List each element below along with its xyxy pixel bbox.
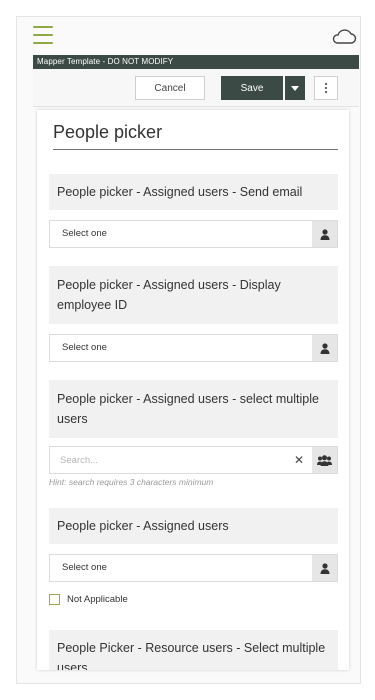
select-value: Select one (62, 228, 107, 239)
question-label: People picker - Assigned users - Send em… (49, 174, 338, 210)
question-label: People picker - Assigned users - select … (49, 380, 338, 438)
cloud-icon[interactable] (331, 27, 357, 47)
user-picker-button[interactable] (312, 335, 337, 361)
form-title: People picker (53, 122, 338, 150)
user-icon (320, 342, 329, 354)
select-value: Select one (62, 342, 107, 353)
user-picker-button[interactable] (312, 555, 337, 581)
user-icon (320, 228, 329, 240)
save-button[interactable]: Save (221, 76, 283, 100)
people-select-employee-id[interactable]: Select one (49, 334, 338, 362)
not-applicable-checkbox[interactable]: Not Applicable (49, 594, 128, 605)
user-icon (320, 562, 329, 574)
question-label: People picker - Assigned users (49, 508, 338, 544)
not-applicable-label: Not Applicable (67, 594, 128, 605)
search-input[interactable] (50, 447, 300, 473)
user-picker-button[interactable] (312, 221, 337, 247)
hamburger-menu-icon[interactable] (33, 26, 53, 44)
question-label: People Picker - Resource users - Select … (49, 630, 338, 670)
form-card: People picker People picker - Assigned u… (37, 110, 349, 670)
people-select-send-email[interactable]: Select one (49, 220, 338, 248)
search-hint: Hint: search requires 3 characters minim… (49, 477, 214, 487)
users-group-icon (317, 454, 332, 466)
question-label: People picker - Assigned users - Display… (49, 266, 338, 324)
caret-down-icon (291, 85, 299, 91)
form-toolbar: Cancel Save (33, 69, 359, 107)
cancel-button[interactable]: Cancel (135, 76, 205, 100)
save-options-button[interactable] (285, 76, 305, 100)
vertical-dots-icon (325, 83, 327, 85)
people-search-field[interactable]: ✕ (49, 446, 338, 474)
people-select-assigned-users[interactable]: Select one (49, 554, 338, 582)
select-value: Select one (62, 562, 107, 573)
more-options-button[interactable] (314, 76, 338, 100)
clear-icon[interactable]: ✕ (290, 447, 308, 473)
checkbox-icon[interactable] (49, 594, 60, 605)
template-name-bar: Mapper Template - DO NOT MODIFY (33, 55, 359, 69)
user-group-picker-button[interactable] (312, 447, 337, 473)
